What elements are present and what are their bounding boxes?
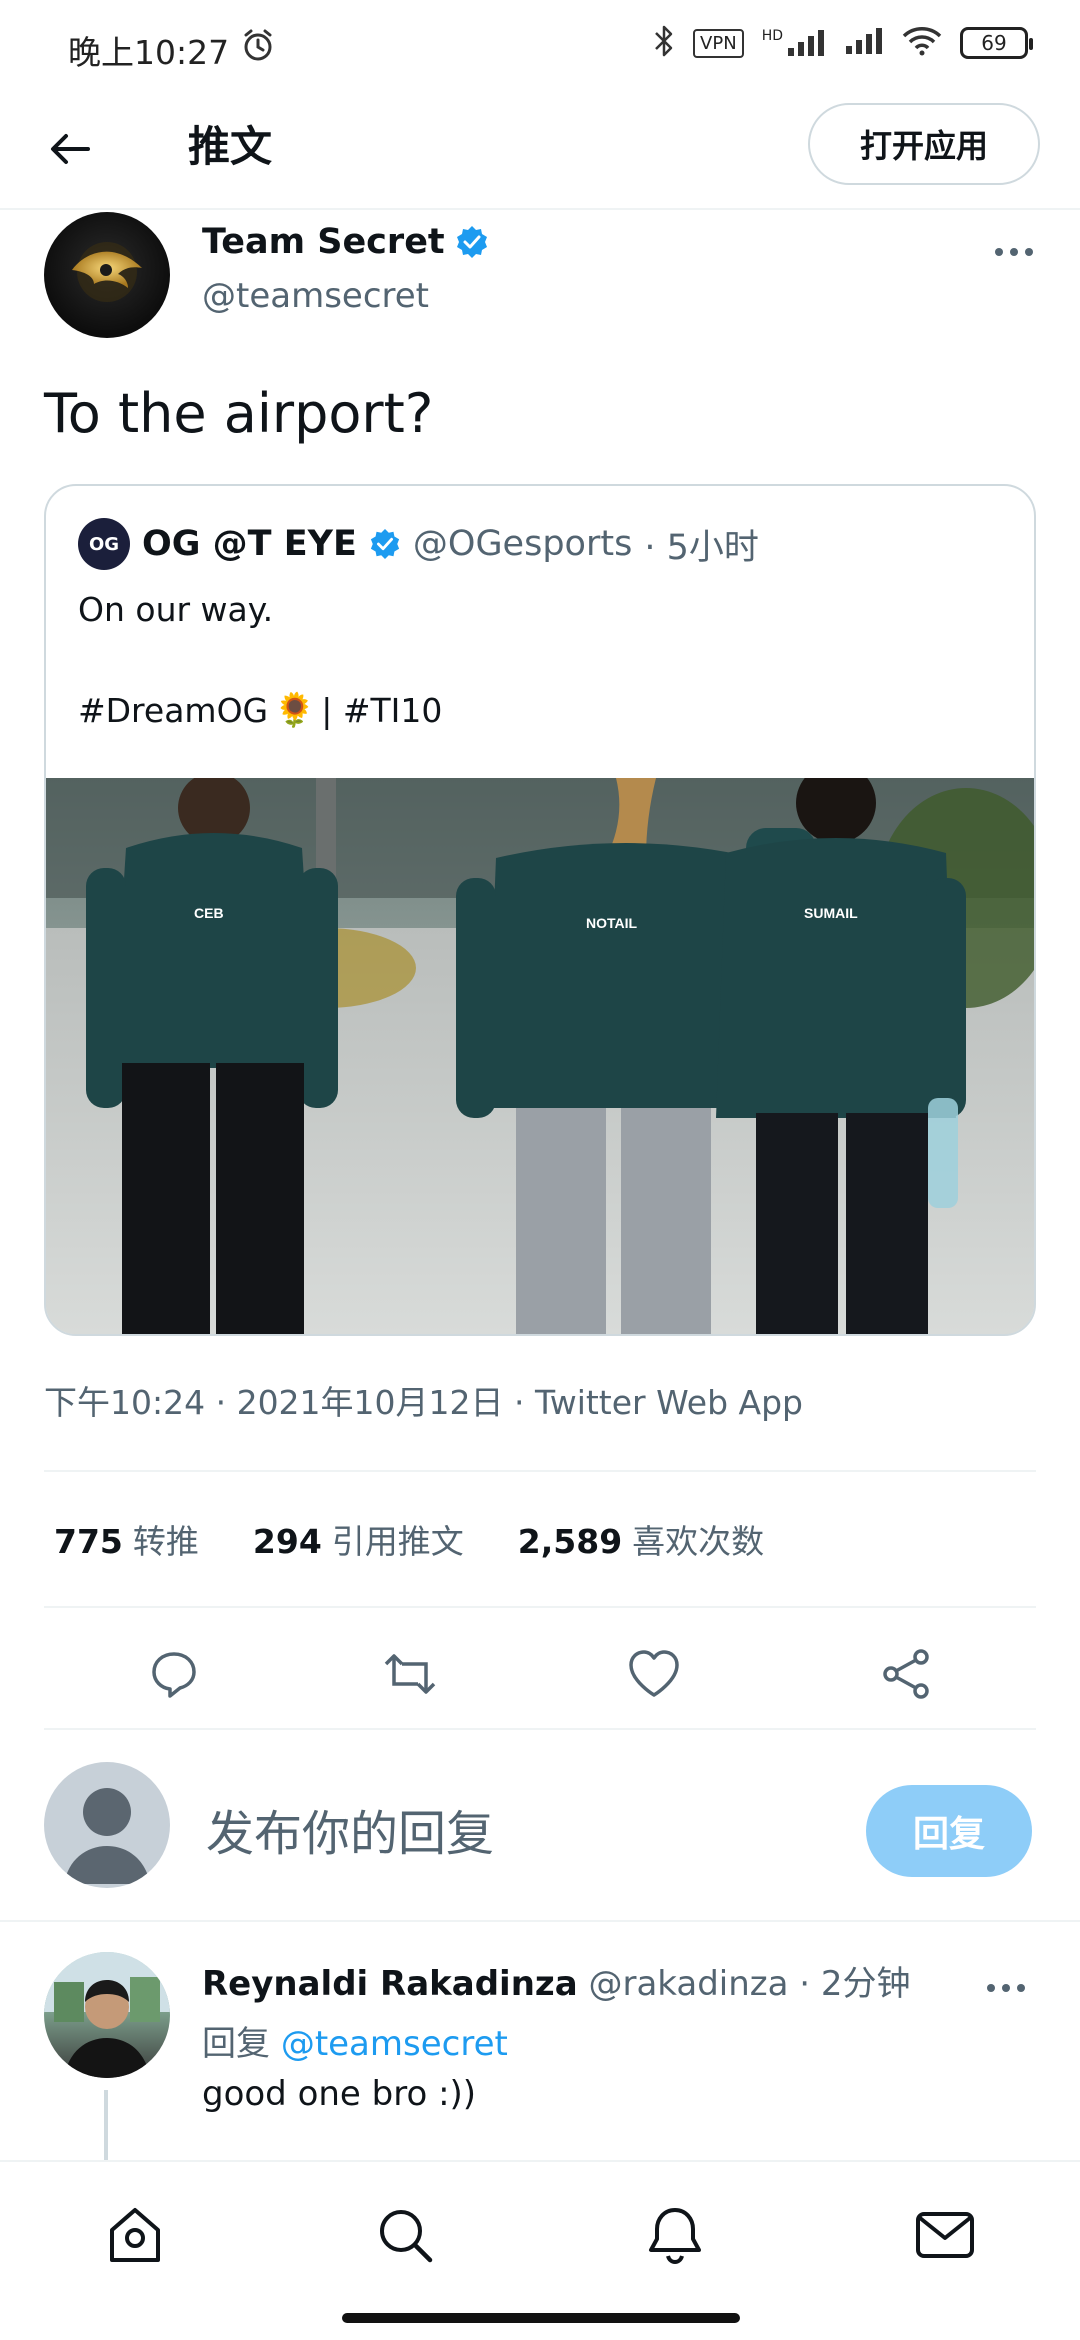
tweet-header: Team Secret @teamsecret: [44, 212, 1044, 342]
avatar: [44, 1762, 170, 1888]
jersey-label-notail: NOTAIL: [586, 915, 638, 931]
quoted-tweet[interactable]: OG OG @T EYE @OGesports · 5小时 On our way…: [44, 484, 1036, 1336]
quoted-text-line1: On our way.: [78, 590, 274, 629]
nav-messages[interactable]: [910, 2200, 980, 2270]
reply-submit-button[interactable]: 回复: [866, 1785, 1032, 1877]
bluetooth-icon: [653, 24, 675, 62]
tweet-text: To the airport?: [44, 382, 434, 445]
hashtag-ti10[interactable]: | #TI10: [321, 691, 442, 730]
sunflower-emoji: 🌻: [274, 690, 316, 729]
avatar[interactable]: [44, 212, 170, 338]
battery-icon: 69: [960, 27, 1033, 59]
quoted-photo[interactable]: CEB NOTAIL SUMAIL: [46, 778, 1034, 1334]
reply-input[interactable]: 发布你的回复: [206, 1794, 494, 1864]
notifications-icon: [649, 2208, 701, 2265]
reply-composer: 发布你的回复 回复: [0, 1730, 1080, 1922]
status-time: 晚上10:27: [68, 33, 230, 72]
default-avatar-icon: [64, 1788, 150, 1884]
vpn-badge: VPN: [693, 28, 744, 58]
share-icon: [883, 1649, 929, 1699]
more-icon: [995, 248, 1033, 256]
replying-to-link[interactable]: @teamsecret: [281, 2024, 508, 2064]
signal-icon-2: [844, 26, 884, 60]
quoted-time: · 5小时: [644, 527, 759, 568]
wifi-icon: [902, 26, 942, 60]
alarm-icon: [240, 28, 276, 68]
reply-header: Reynaldi Rakadinza @rakadinza · 2分钟: [202, 1956, 911, 2005]
quote-count[interactable]: 294 引用推文: [253, 1515, 464, 1563]
jersey-label-ceb: CEB: [194, 905, 224, 921]
like-count[interactable]: 2,589 喜欢次数: [518, 1515, 764, 1563]
quoted-avatar-text: OG: [88, 533, 120, 555]
like-icon: [629, 1650, 679, 1697]
replying-to: 回复 @teamsecret: [202, 2016, 508, 2065]
reply-author-handle[interactable]: @rakadinza: [588, 1964, 788, 2004]
bottom-nav: [0, 2160, 1080, 2304]
author-name[interactable]: Team Secret: [202, 222, 489, 262]
verified-icon: [370, 528, 400, 560]
reply-time: · 2分钟: [799, 1964, 911, 2004]
quoted-author-name: OG @T EYE: [142, 524, 357, 564]
home-icon: [110, 2208, 160, 2262]
reply-text: good one bro :)): [202, 2074, 477, 2114]
tweet-actions: [44, 1608, 1036, 1730]
thread-line: [104, 2090, 108, 2160]
tweet-timestamp[interactable]: 下午10:24 · 2021年10月12日 · Twitter Web App: [44, 1376, 803, 1424]
more-icon: [987, 1984, 1025, 1992]
tweet-stats: 775 转推 294 引用推文 2,589 喜欢次数: [44, 1470, 1036, 1608]
avatar[interactable]: [44, 1952, 170, 2078]
reply-tweet[interactable]: Reynaldi Rakadinza @rakadinza · 2分钟 回复 @…: [0, 1924, 1080, 2160]
author-handle[interactable]: @teamsecret: [202, 276, 429, 316]
share-button[interactable]: [876, 1644, 936, 1704]
jersey-label-sumail: SUMAIL: [804, 905, 858, 921]
retweet-count[interactable]: 775 转推: [54, 1515, 199, 1563]
quoted-avatar: OG: [78, 518, 130, 570]
open-app-button[interactable]: 打开应用: [808, 103, 1040, 185]
search-icon: [380, 2210, 433, 2263]
back-button[interactable]: [40, 119, 100, 179]
top-bar: 推文 打开应用: [0, 95, 1080, 210]
signal-icon: HD: [762, 28, 826, 58]
hashtag-dreamog[interactable]: #DreamOG: [78, 691, 268, 730]
nav-search[interactable]: [370, 2200, 440, 2270]
reply-button[interactable]: [144, 1644, 204, 1704]
photo-players-walking: CEB NOTAIL SUMAIL: [46, 778, 1034, 1334]
messages-icon: [916, 2212, 974, 2258]
author-name-text: Team Secret: [202, 222, 445, 262]
more-options-button[interactable]: [984, 232, 1044, 272]
replying-to-label: 回复: [202, 2024, 270, 2064]
reply-more-options-button[interactable]: [976, 1968, 1036, 2008]
quoted-tweet-header: OG OG @T EYE @OGesports · 5小时: [78, 518, 759, 570]
arrow-left-icon: [51, 134, 90, 164]
team-secret-logo: [72, 242, 142, 302]
like-button[interactable]: [624, 1644, 684, 1704]
network-label: HD: [761, 28, 783, 44]
page-title: 推文: [188, 122, 273, 171]
retweet-icon: [384, 1654, 436, 1694]
reply-author-name[interactable]: Reynaldi Rakadinza: [202, 1964, 578, 2004]
nav-notifications[interactable]: [640, 2200, 710, 2270]
quoted-author-handle: @OGesports: [412, 524, 633, 564]
nav-home[interactable]: [100, 2200, 170, 2270]
retweet-button[interactable]: [380, 1644, 440, 1704]
status-bar: 晚上10:27 VPN HD 69: [0, 0, 1080, 95]
quoted-text-line2: #DreamOG 🌻 | #TI10: [78, 690, 442, 730]
verified-icon: [456, 226, 487, 258]
reply-author-photo: [44, 1952, 170, 2078]
reply-icon: [152, 1652, 196, 1698]
home-indicator[interactable]: [342, 2313, 740, 2323]
